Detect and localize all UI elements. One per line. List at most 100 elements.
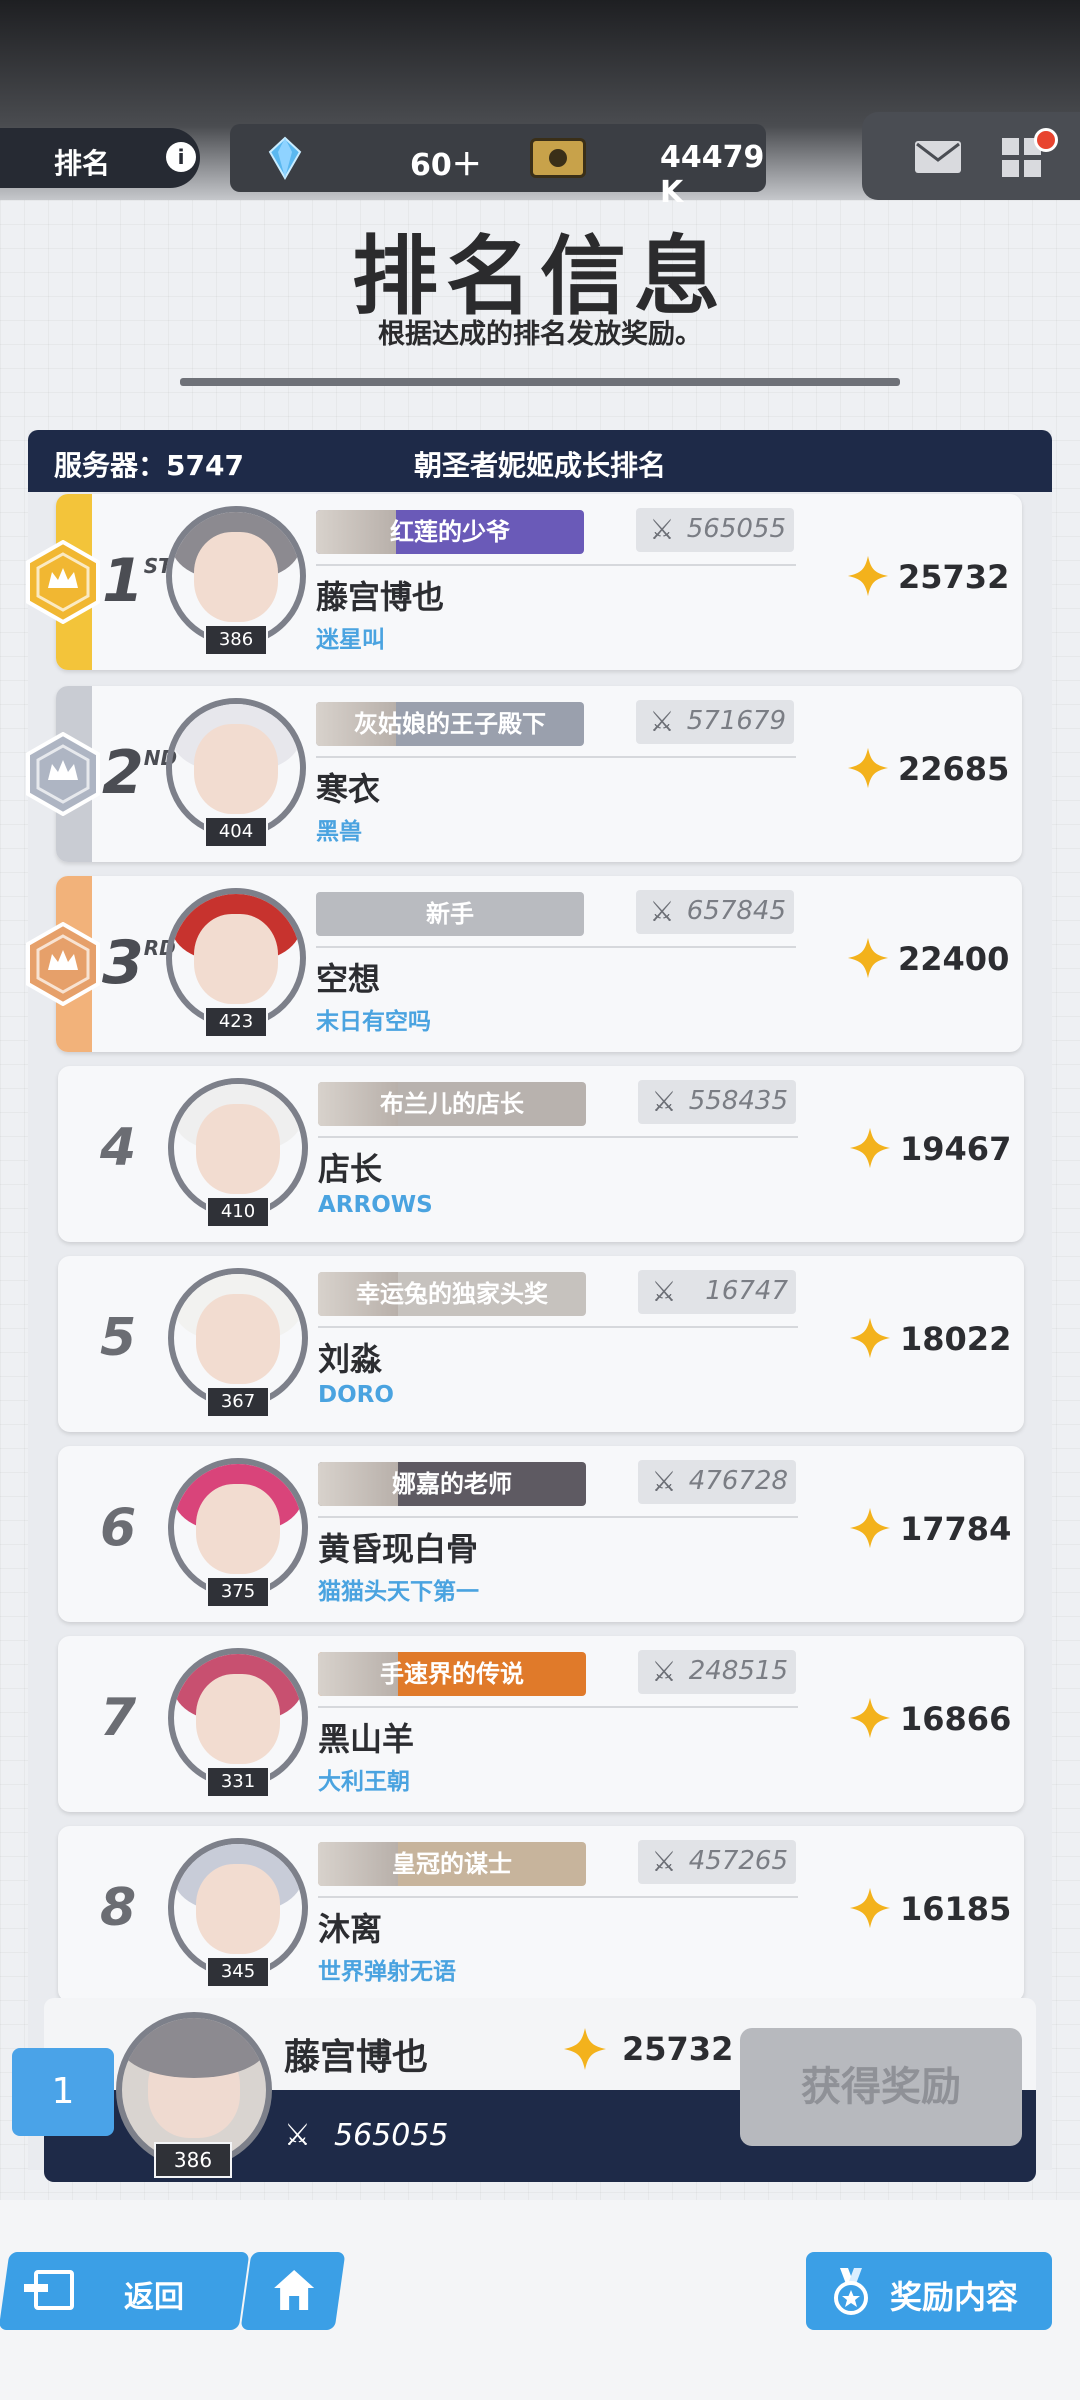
power-box: ⚔ 558435 [638,1080,796,1124]
sword-icon: ⚔ [651,1655,677,1688]
player-name: 刘淼 [318,1340,383,1378]
combat-power: 457265 [688,1846,788,1876]
guild-name: 迷星叫 [316,627,385,653]
title-banner: 布兰儿的店长 [318,1082,586,1126]
title-banner-label: 娜嘉的老师 [392,1470,512,1498]
row-divider [316,756,796,758]
rank-tab[interactable]: 排名 i [0,128,200,188]
my-level-badge: 386 [154,2142,232,2178]
leaderboard-row[interactable]: 5 367 幸运兔的独家头奖 ⚔ 16747 刘淼 DORO 18022 [58,1256,1024,1432]
star-icon [849,1127,891,1169]
info-icon[interactable]: i [166,142,196,172]
my-power: 565055 [334,2118,449,2153]
level-badge: 331 [206,1766,270,1798]
star-icon [849,1507,891,1549]
reward-details-button[interactable]: 奖励内容 [806,2252,1052,2330]
leaderboard-row[interactable]: 8 345 皇冠的谋士 ⚔ 457265 沐离 世界弹射无语 16185 [58,1826,1024,2002]
title-banner-label: 灰姑娘的王子殿下 [354,710,546,738]
resource-ticket-value[interactable]: 44479 K [660,140,766,210]
title-banner: 幸运兔的独家头奖 [318,1272,586,1316]
combat-power: 571679 [686,706,786,736]
guild-name: 末日有空吗 [316,1009,431,1035]
player-name: 沐离 [318,1910,383,1948]
star-icon [849,1887,891,1929]
leaderboard-row[interactable]: 4 410 布兰儿的店长 ⚔ 558435 店长 ARROWS 19467 [58,1066,1024,1242]
power-box: ⚔ 565055 [636,508,794,552]
back-icon [34,2270,74,2310]
star-icon [847,937,889,979]
combat-power: 248515 [688,1656,788,1686]
combat-power: 16747 [705,1276,788,1306]
title-banner: 手速界的传说 [318,1652,586,1696]
ranking-score: 19467 [900,1130,1012,1168]
leaderboard-row[interactable]: 7 331 手速界的传说 ⚔ 248515 黑山羊 大利王朝 16866 [58,1636,1024,1812]
star-icon [849,1317,891,1359]
home-button[interactable] [240,2252,346,2330]
title-banner: 新手 [316,892,584,936]
row-divider [318,1326,798,1328]
resource-bar: 60＋ 44479 K [230,124,766,210]
row-divider [318,1706,798,1708]
rank-number: 4 [100,1118,137,1178]
home-icon [274,2270,315,2310]
rank-medal-icon [26,922,100,1006]
title-banner: 灰姑娘的王子殿下 [316,702,584,746]
rank-number: 6 [100,1498,137,1558]
level-badge: 375 [206,1576,270,1608]
gem-icon [268,136,302,180]
guild-name: 黑兽 [316,819,362,845]
combat-power: 558435 [688,1086,788,1116]
sword-icon: ⚔ [651,1845,677,1878]
ranking-score: 25732 [898,558,1010,596]
power-box: ⚔ 571679 [636,700,794,744]
guild-name: 大利王朝 [318,1769,410,1795]
leaderboard-row[interactable]: 2ND 404 灰姑娘的王子殿下 ⚔ 571679 寒衣 黑兽 22685 [26,686,1022,862]
combat-power: 565055 [686,514,786,544]
leaderboard-row[interactable]: 3RD 423 新手 ⚔ 657845 空想 末日有空吗 22400 [26,876,1022,1052]
rank-number: 1ST [102,546,172,616]
power-box: ⚔ 16747 [638,1270,796,1314]
rank-number: 8 [100,1878,137,1938]
player-name: 空想 [316,960,381,998]
level-badge: 386 [204,624,268,656]
notification-dot [1034,128,1058,152]
ranking-score: 16185 [900,1890,1012,1928]
star-icon [564,2028,606,2070]
power-box: ⚔ 457265 [638,1840,796,1884]
sword-icon: ⚔ [651,1465,677,1498]
page-subtitle: 根据达成的排名发放奖励。 [378,319,702,350]
row-divider [318,1516,798,1518]
claim-reward-button[interactable]: 获得奖励 [740,2028,1022,2146]
ranking-score: 18022 [900,1320,1012,1358]
back-label: 返回 [124,2280,184,2315]
leaderboard-row[interactable]: 6 375 娜嘉的老师 ⚔ 476728 黄昏现白骨 猫猫头天下第一 17784 [58,1446,1024,1622]
mail-icon[interactable] [914,140,962,174]
title-banner-label: 新手 [426,900,474,928]
leaderboard-header: 服务器：5747 朝圣者妮姬成长排名 [28,430,1052,492]
row-divider [316,946,796,948]
sword-icon: ⚔ [649,895,675,928]
star-icon [849,1697,891,1739]
row-divider [318,1136,798,1138]
player-name: 寒衣 [316,770,381,808]
rank-tab-label: 排名 [54,147,111,180]
resource-gem-value[interactable]: 60＋ [410,140,482,184]
power-box: ⚔ 657845 [636,890,794,934]
title-banner-label: 红莲的少爷 [390,518,510,546]
player-name: 店长 [318,1150,383,1188]
title-banner-label: 手速界的传说 [380,1660,524,1688]
reward-details-label: 奖励内容 [890,2278,1019,2316]
row-divider [316,564,796,566]
rank-number: 3RD [102,928,176,998]
sword-icon: ⚔ [651,1275,677,1308]
title-banner: 娜嘉的老师 [318,1462,586,1506]
back-button[interactable]: 返回 [0,2252,250,2330]
rank-number: 5 [100,1308,137,1368]
combat-power: 657845 [686,896,786,926]
leaderboard-row[interactable]: 1ST 386 红莲的少爷 ⚔ 565055 藤宫博也 迷星叫 25732 [26,494,1022,670]
title-banner-label: 皇冠的谋士 [392,1850,512,1878]
guild-name: 世界弹射无语 [318,1959,456,1985]
power-box: ⚔ 248515 [638,1650,796,1694]
title-banner-label: 布兰儿的店长 [380,1090,524,1118]
ranking-score: 22685 [898,750,1010,788]
